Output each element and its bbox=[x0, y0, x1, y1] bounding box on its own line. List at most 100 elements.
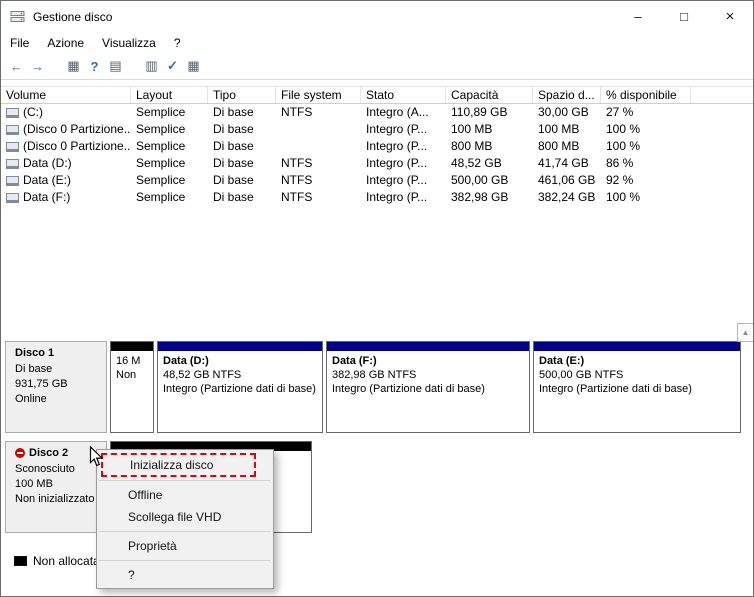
disk-status: Online bbox=[15, 393, 47, 405]
partition-unallocated-16mb[interactable]: 16 M Non bbox=[110, 341, 154, 433]
cell: Data (F:) bbox=[1, 189, 131, 206]
cell: Semplice bbox=[136, 156, 186, 170]
menu-item-azione[interactable]: Azione bbox=[38, 32, 93, 53]
partition-size: 500,00 GB NTFS bbox=[539, 369, 624, 381]
properties-icon[interactable]: ▥ bbox=[141, 56, 162, 77]
cell: 461,06 GB bbox=[538, 173, 596, 187]
volume-row[interactable]: Data (D:) Semplice Di base NTFS Integro (P..… bbox=[1, 155, 753, 172]
maximize-button[interactable]: □ bbox=[661, 1, 707, 32]
menu-item-initialize-disk[interactable]: Inizializza disco bbox=[101, 453, 256, 477]
show-console-tree-icon[interactable]: ▦ bbox=[63, 56, 84, 77]
disk-error-icon bbox=[15, 448, 25, 458]
column-header-8[interactable]: % disponibile bbox=[601, 87, 691, 103]
cell: (Disco 0 Partizione... bbox=[1, 138, 131, 155]
cell: NTFS bbox=[281, 105, 313, 119]
menu-item-file[interactable]: File bbox=[1, 32, 38, 53]
legend: Non allocata bbox=[14, 554, 100, 568]
unallocated-color-swatch bbox=[14, 556, 27, 566]
cell: Di base bbox=[213, 156, 254, 170]
partition-data-f[interactable]: Data (F:) 382,98 GB NTFS Integro (Partiz… bbox=[326, 341, 530, 433]
legend-label: Non allocata bbox=[33, 554, 100, 568]
cell: Integro (P... bbox=[366, 156, 428, 170]
cell: 27 % bbox=[606, 105, 634, 119]
cell: 100 MB bbox=[538, 122, 580, 136]
cell: 48,52 GB bbox=[451, 156, 502, 170]
cell: 86 % bbox=[606, 156, 634, 170]
partition-title: Data (F:) bbox=[332, 355, 377, 367]
menu-item-offline[interactable]: Offline bbox=[97, 484, 273, 506]
volume-icon bbox=[6, 124, 19, 135]
cell: NTFS bbox=[281, 173, 313, 187]
partition-status: Integro (Partizione dati di base) bbox=[332, 383, 485, 395]
partition-size: 48,52 GB NTFS bbox=[163, 369, 242, 381]
cell: Integro (P... bbox=[366, 139, 428, 153]
cell: Semplice bbox=[136, 122, 186, 136]
cell: 100 % bbox=[606, 122, 641, 136]
menu-item-help[interactable]: ? bbox=[97, 564, 273, 586]
partition-size: 382,98 GB NTFS bbox=[332, 369, 417, 381]
menu-item-help[interactable]: ? bbox=[165, 32, 190, 53]
partition-data-d[interactable]: Data (D:) 48,52 GB NTFS Integro (Partizi… bbox=[157, 341, 323, 433]
cell: Integro (P... bbox=[366, 173, 428, 187]
partition-color-strip bbox=[534, 342, 740, 351]
column-header-5[interactable]: Stato bbox=[361, 87, 446, 103]
column-header-1[interactable]: Volume bbox=[1, 87, 131, 103]
volume-row[interactable]: (C:) Semplice Di base NTFS Integro (A... 110,… bbox=[1, 104, 753, 121]
cell: Integro (P... bbox=[366, 190, 428, 204]
check-icon[interactable]: ✓ bbox=[162, 56, 183, 77]
window-controls: – □ × bbox=[615, 1, 753, 32]
column-header-4[interactable]: File system bbox=[276, 87, 361, 103]
mouse-cursor bbox=[89, 446, 104, 467]
column-header-6[interactable]: Capacità bbox=[446, 87, 533, 103]
cell: (Disco 0 Partizione... bbox=[1, 121, 131, 138]
cell: Di base bbox=[213, 139, 254, 153]
cell: 41,74 GB bbox=[538, 156, 589, 170]
title-bar: Gestione disco – □ × bbox=[1, 1, 753, 32]
disk-row-1: Disco 1 Di base 931,75 GB Online 16 M No… bbox=[5, 341, 741, 433]
volume-icon bbox=[6, 175, 19, 186]
partition-status: Non bbox=[116, 369, 137, 381]
help-icon[interactable]: ? bbox=[84, 56, 105, 77]
volume-icon bbox=[6, 141, 19, 152]
volume-icon bbox=[6, 107, 19, 118]
cell: Semplice bbox=[136, 173, 186, 187]
volume-list-header: Volume Layout Tipo File system Stato Capacità… bbox=[1, 86, 753, 104]
menu-item-properties[interactable]: Proprietà bbox=[97, 535, 273, 557]
column-header-3[interactable]: Tipo bbox=[208, 87, 276, 103]
cell: Di base bbox=[213, 105, 254, 119]
cell: 800 MB bbox=[451, 139, 493, 153]
scrollbar-button[interactable]: ▲ bbox=[737, 323, 753, 342]
close-button[interactable]: × bbox=[707, 1, 753, 32]
partition-data-e[interactable]: Data (E:) 500,00 GB NTFS Integro (Partiz… bbox=[533, 341, 741, 433]
menu-separator bbox=[99, 531, 271, 532]
cell: Di base bbox=[213, 190, 254, 204]
disk-name: Disco 1 bbox=[15, 347, 55, 359]
menu-separator bbox=[99, 560, 271, 561]
cell bbox=[276, 138, 361, 155]
disk-type: Di base bbox=[15, 363, 53, 375]
cell: Di base bbox=[213, 122, 254, 136]
volume-row[interactable]: (Disco 0 Partizione... Semplice Di base Int… bbox=[1, 121, 753, 138]
cell bbox=[276, 121, 361, 138]
menu-item-visualizza[interactable]: Visualizza bbox=[93, 32, 165, 53]
menu-item-detach-vhd-file[interactable]: Scollega file VHD bbox=[97, 506, 273, 528]
volume-row[interactable]: (Disco 0 Partizione... Semplice Di base Int… bbox=[1, 138, 753, 155]
minimize-button[interactable]: – bbox=[615, 1, 661, 32]
menu-separator bbox=[99, 480, 271, 481]
fields-icon[interactable]: ▦ bbox=[183, 56, 204, 77]
export-list-icon[interactable]: ▤ bbox=[105, 56, 126, 77]
cell: Integro (P... bbox=[366, 122, 428, 136]
column-header-2[interactable]: Layout bbox=[131, 87, 208, 103]
cell: Di base bbox=[213, 173, 254, 187]
cell: 100 MB bbox=[451, 122, 493, 136]
column-header-7[interactable]: Spazio d... bbox=[533, 87, 601, 103]
volume-row[interactable]: Data (F:) Semplice Di base NTFS Integro (P..… bbox=[1, 189, 753, 206]
disk1-label[interactable]: Disco 1 Di base 931,75 GB Online bbox=[5, 341, 107, 433]
cell: 30,00 GB bbox=[538, 105, 589, 119]
volume-row[interactable]: Data (E:) Semplice Di base NTFS Integro (P..… bbox=[1, 172, 753, 189]
disk1-partitions: 16 M Non Data (D:) 48,52 GB NTFS Integro… bbox=[110, 341, 741, 433]
partition-title: Data (E:) bbox=[539, 355, 585, 367]
forward-icon[interactable]: → bbox=[27, 56, 48, 77]
back-icon[interactable]: ← bbox=[6, 56, 27, 77]
column-header-filler bbox=[691, 87, 753, 103]
